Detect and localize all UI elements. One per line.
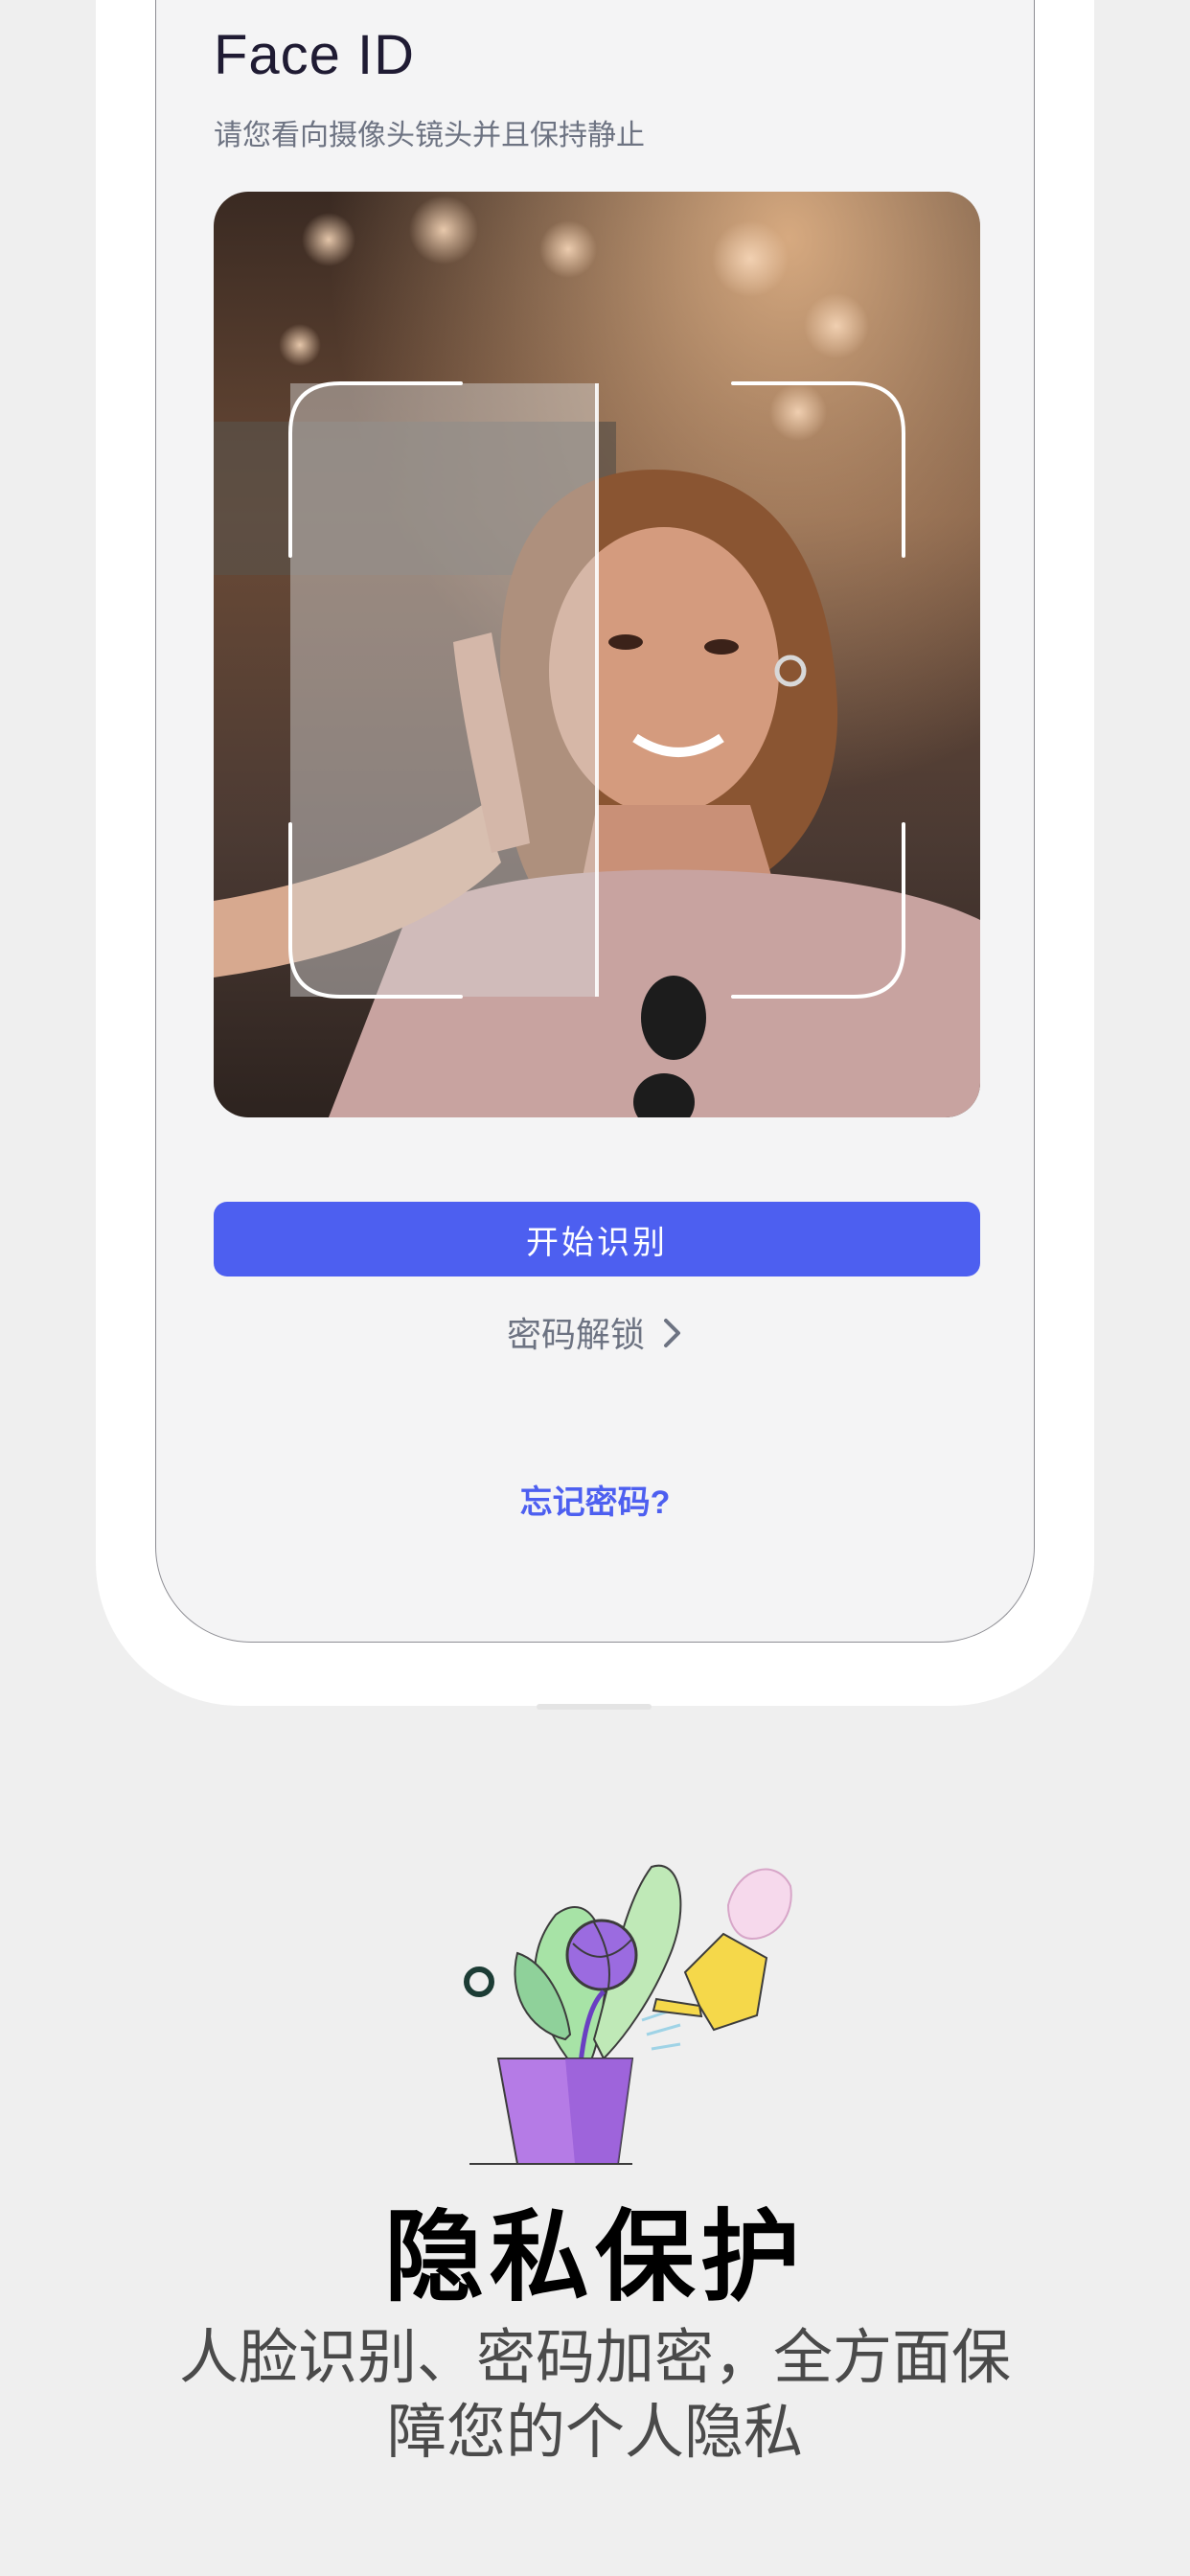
password-unlock-label: 密码解锁 (506, 1315, 645, 1354)
face-photo (214, 192, 980, 1117)
home-indicator (537, 1704, 652, 1710)
password-unlock-link[interactable]: 密码解锁 (156, 1307, 1034, 1358)
chevron-right-icon (662, 1317, 683, 1358)
forgot-password-link[interactable]: 忘记密码? (156, 1476, 1034, 1523)
face-camera-preview (214, 192, 980, 1117)
plant-watering-illustration (450, 1848, 795, 2178)
feature-description: 人脸识别、密码加密，全方面保障您的个人隐私 (178, 2325, 1011, 2466)
phone-screen: Face ID 请您看向摄像头镜头并且保持静止 开始识别 密码解锁 忘记密码? (155, 0, 1035, 1643)
start-recognition-button[interactable]: 开始识别 (214, 1202, 980, 1276)
feature-title: 隐私保护 (383, 2202, 806, 2313)
page-subtitle: 请您看向摄像头镜头并且保持静止 (214, 120, 645, 151)
page-title: Face ID (214, 24, 416, 86)
